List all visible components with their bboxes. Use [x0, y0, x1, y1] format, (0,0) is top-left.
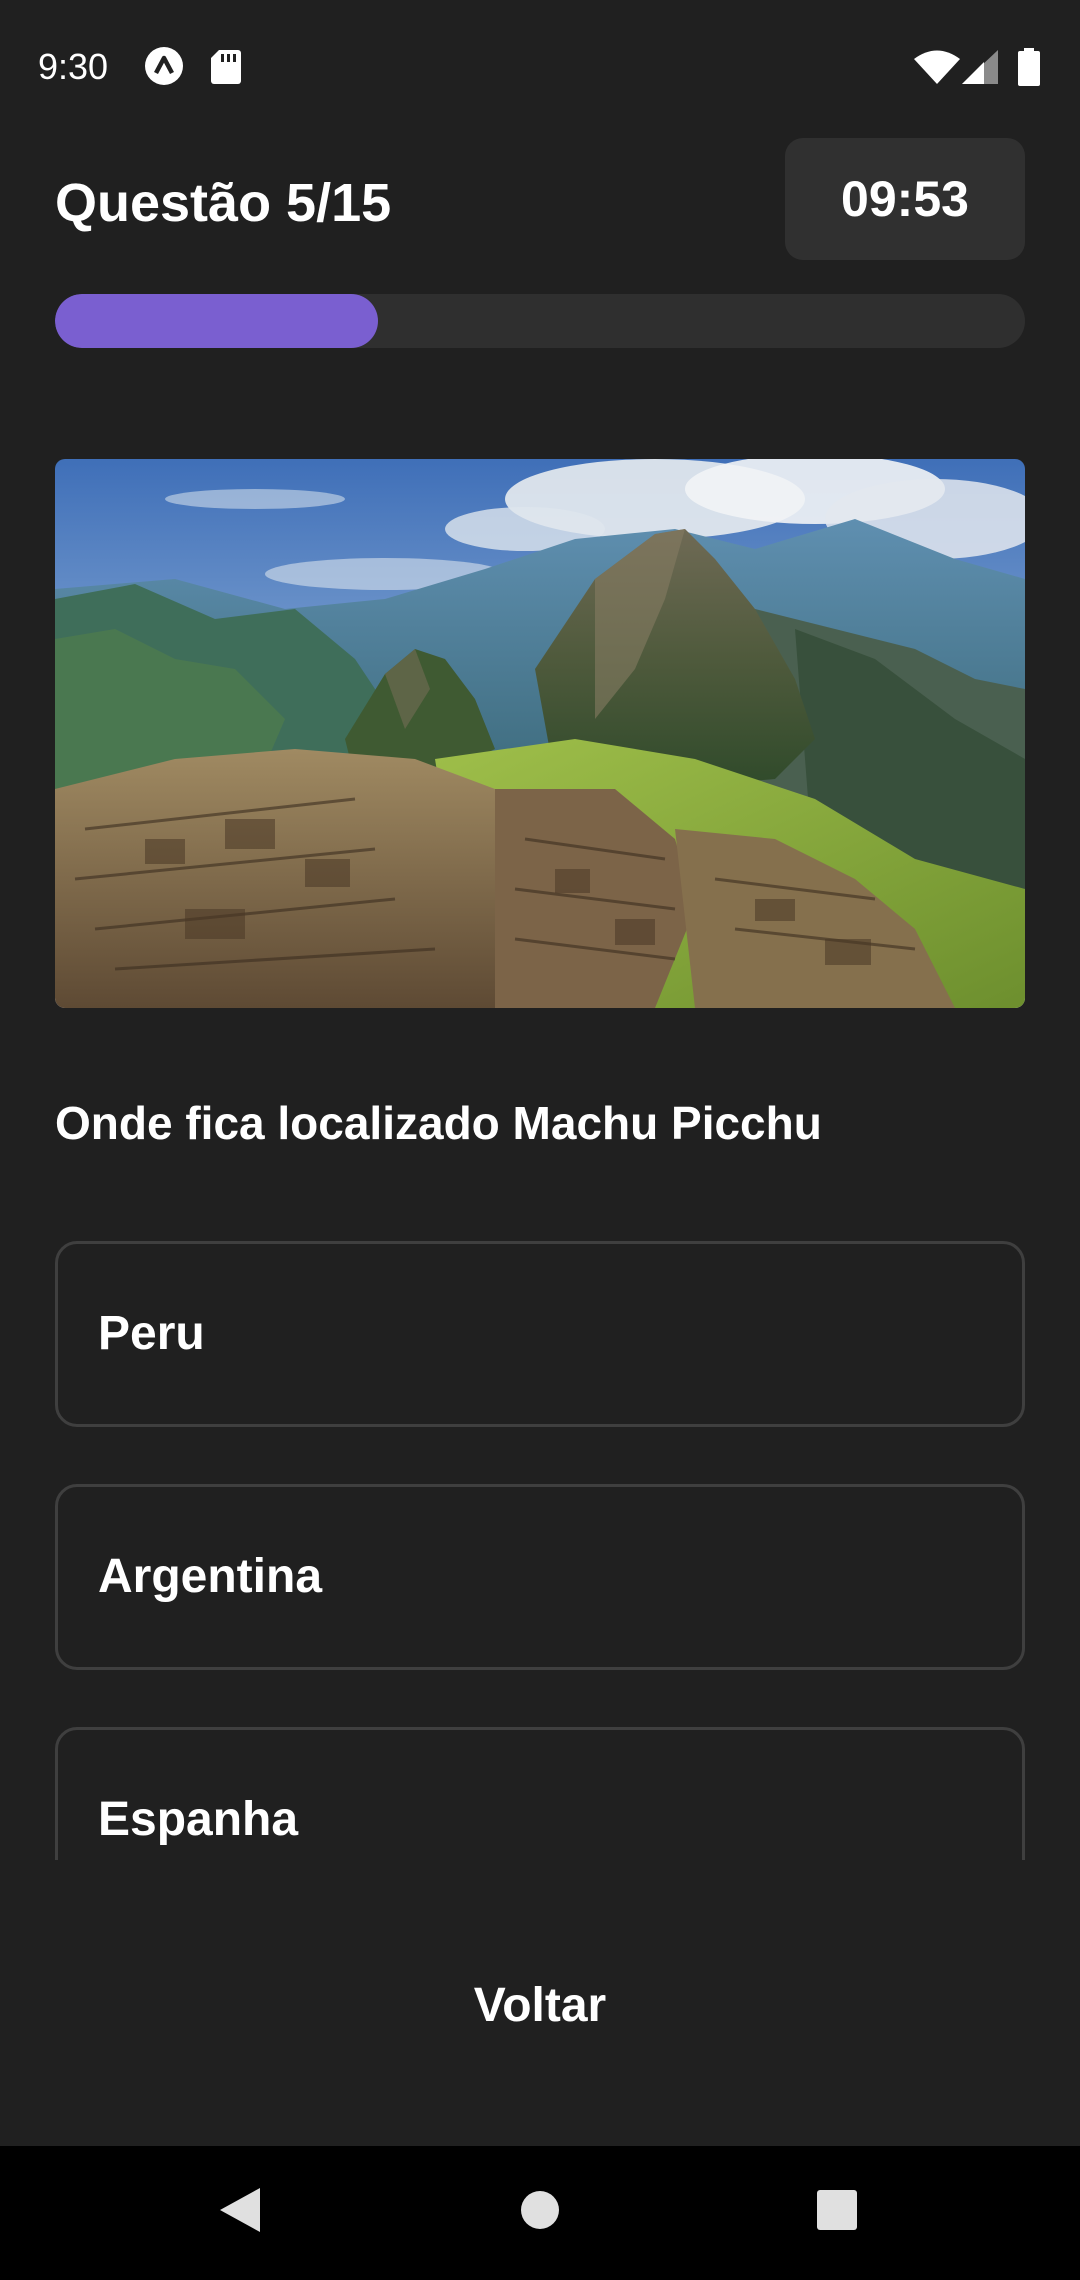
system-nav-bar	[0, 2146, 1080, 2280]
status-bar: 9:30	[0, 0, 1080, 136]
option-peru[interactable]: Peru	[55, 1241, 1025, 1427]
option-label: Peru	[98, 1307, 205, 1360]
question-counter: Questão 5/15	[55, 173, 392, 233]
back-triangle-icon[interactable]	[218, 2186, 262, 2234]
machu-picchu-image	[55, 459, 1025, 1008]
option-espanha[interactable]: Espanha	[55, 1727, 1025, 1860]
timer-badge: 09:53	[785, 138, 1025, 260]
question-text: Onde fica localizado Machu Picchu	[55, 1097, 822, 1149]
option-argentina[interactable]: Argentina	[55, 1484, 1025, 1670]
app-a-icon	[145, 47, 183, 85]
home-circle-icon[interactable]	[520, 2190, 560, 2230]
quiz-screen: 9:30 Questão 5/15 09:53 Onde fica locali…	[0, 0, 1080, 2280]
back-button[interactable]: Voltar	[340, 1960, 740, 2050]
recents-square-icon[interactable]	[817, 2190, 857, 2230]
option-label: Argentina	[98, 1550, 323, 1603]
question-image	[55, 459, 1025, 1008]
options-list: Peru Argentina Espanha	[55, 1238, 1025, 1860]
timer-text: 09:53	[841, 171, 969, 227]
progress-fill	[55, 294, 378, 348]
battery-icon	[1018, 48, 1040, 86]
option-label: Espanha	[98, 1793, 299, 1846]
sd-card-icon	[211, 50, 241, 84]
progress-bar	[55, 294, 1025, 348]
wifi-icon	[914, 50, 960, 84]
signal-icon	[962, 50, 998, 84]
status-time: 9:30	[38, 46, 109, 87]
